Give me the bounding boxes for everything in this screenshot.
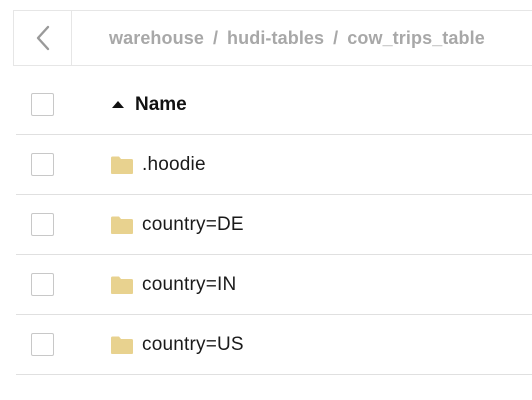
back-button[interactable] — [14, 11, 72, 65]
folder-icon — [111, 156, 133, 174]
row-checkbox-cell — [16, 153, 110, 176]
sort-ascending-icon — [112, 101, 124, 108]
folder-name: country=DE — [142, 213, 244, 235]
row-checkbox[interactable] — [31, 213, 54, 236]
table-row[interactable]: country=IN — [16, 255, 532, 315]
table-row[interactable]: country=DE — [16, 195, 532, 255]
name-column-label: Name — [135, 93, 187, 115]
folder-name: country=IN — [142, 273, 237, 295]
file-table: Name .hoodie country=DE country=IN count… — [16, 75, 532, 375]
name-column-header[interactable]: Name — [110, 94, 187, 116]
table-header-row: Name — [16, 75, 532, 135]
breadcrumb-item-hudi-tables[interactable]: hudi-tables — [227, 28, 324, 49]
row-checkbox-cell — [16, 213, 110, 236]
folder-name-cell[interactable]: country=DE — [110, 214, 244, 236]
folder-icon — [111, 336, 133, 354]
table-row[interactable]: .hoodie — [16, 135, 532, 195]
folder-icon — [111, 216, 133, 234]
table-row[interactable]: country=US — [16, 315, 532, 375]
breadcrumb-item-warehouse[interactable]: warehouse — [109, 28, 204, 49]
row-checkbox[interactable] — [31, 153, 54, 176]
folder-name-cell[interactable]: country=IN — [110, 274, 236, 296]
breadcrumb-bar: warehouse / hudi-tables / cow_trips_tabl… — [13, 10, 532, 66]
file-browser: warehouse / hudi-tables / cow_trips_tabl… — [0, 0, 532, 400]
chevron-left-icon — [36, 25, 49, 51]
breadcrumb: warehouse / hudi-tables / cow_trips_tabl… — [72, 28, 485, 49]
select-all-cell — [16, 93, 110, 116]
folder-name: .hoodie — [142, 153, 206, 175]
select-all-checkbox[interactable] — [31, 93, 54, 116]
folder-name: country=US — [142, 333, 244, 355]
row-checkbox[interactable] — [31, 273, 54, 296]
folder-name-cell[interactable]: .hoodie — [110, 154, 206, 176]
breadcrumb-separator: / — [212, 27, 219, 48]
breadcrumb-item-cow-trips-table[interactable]: cow_trips_table — [347, 28, 485, 49]
folder-name-cell[interactable]: country=US — [110, 334, 244, 356]
row-checkbox-cell — [16, 273, 110, 296]
breadcrumb-separator: / — [333, 27, 339, 48]
row-checkbox[interactable] — [31, 333, 54, 356]
row-checkbox-cell — [16, 333, 110, 356]
folder-icon — [111, 276, 133, 294]
